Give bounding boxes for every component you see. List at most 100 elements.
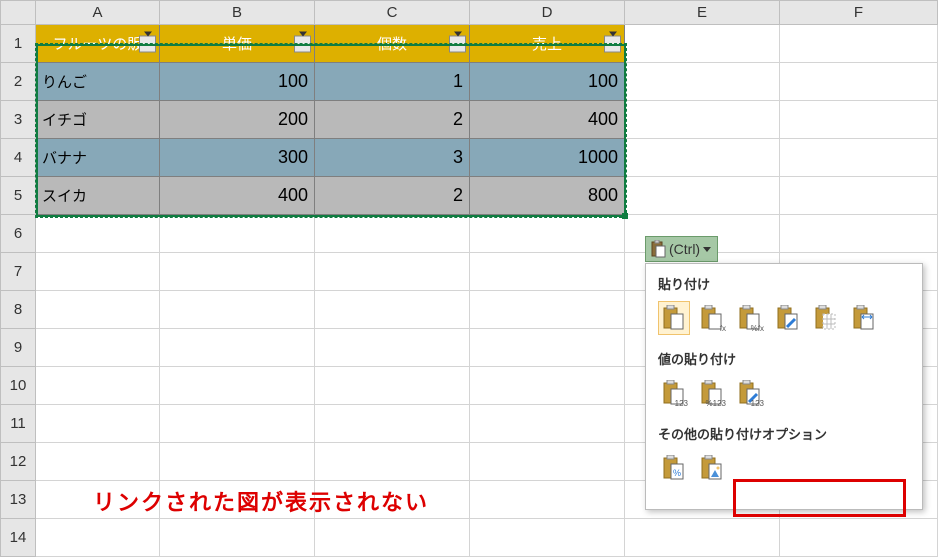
cell[interactable] xyxy=(470,253,625,291)
row-header-1[interactable]: 1 xyxy=(1,25,36,63)
cell-a2[interactable]: りんご xyxy=(36,63,160,101)
paste-all-icon[interactable] xyxy=(658,301,690,335)
row-header-7[interactable]: 7 xyxy=(1,253,36,291)
cell[interactable] xyxy=(470,519,625,557)
cell[interactable] xyxy=(470,367,625,405)
cell[interactable] xyxy=(625,519,780,557)
col-header-d[interactable]: D xyxy=(470,1,625,25)
paste-values-sourcefmt-icon[interactable]: 123 xyxy=(734,376,766,410)
cell[interactable] xyxy=(36,291,160,329)
cell-a4[interactable]: バナナ xyxy=(36,139,160,177)
cell[interactable] xyxy=(315,405,470,443)
cell[interactable] xyxy=(780,519,938,557)
filter-icon[interactable] xyxy=(139,35,156,52)
cell-b4[interactable]: 300 xyxy=(160,139,315,177)
row-header-2[interactable]: 2 xyxy=(1,63,36,101)
cell-b2[interactable]: 100 xyxy=(160,63,315,101)
paste-picture-icon[interactable] xyxy=(696,451,728,485)
paste-formulas-numfmt-icon[interactable]: %fx xyxy=(734,301,766,335)
col-header-b[interactable]: B xyxy=(160,1,315,25)
cell-f5[interactable] xyxy=(780,177,938,215)
cell[interactable] xyxy=(315,519,470,557)
filter-icon[interactable] xyxy=(449,35,466,52)
paste-keep-colwidth-icon[interactable] xyxy=(848,301,880,335)
cell-f4[interactable] xyxy=(780,139,938,177)
row-header-8[interactable]: 8 xyxy=(1,291,36,329)
row-header-5[interactable]: 5 xyxy=(1,177,36,215)
cell[interactable] xyxy=(160,291,315,329)
cell-c4[interactable]: 3 xyxy=(315,139,470,177)
row-header-11[interactable]: 11 xyxy=(1,405,36,443)
row-header-13[interactable]: 13 xyxy=(1,481,36,519)
cell-c2[interactable]: 1 xyxy=(315,63,470,101)
row-header-12[interactable]: 12 xyxy=(1,443,36,481)
col-header-c[interactable]: C xyxy=(315,1,470,25)
cell-c1[interactable]: 個数 xyxy=(315,25,470,63)
cell[interactable] xyxy=(160,215,315,253)
cell[interactable] xyxy=(315,253,470,291)
cell[interactable] xyxy=(36,519,160,557)
cell-b1[interactable]: 単価 xyxy=(160,25,315,63)
cell[interactable] xyxy=(470,329,625,367)
cell-e5[interactable] xyxy=(625,177,780,215)
cell-c3[interactable]: 2 xyxy=(315,101,470,139)
cell-a5[interactable]: スイカ xyxy=(36,177,160,215)
cell[interactable] xyxy=(160,443,315,481)
cell-d2[interactable]: 100 xyxy=(470,63,625,101)
cell[interactable] xyxy=(160,329,315,367)
cell-e4[interactable] xyxy=(625,139,780,177)
row-header-10[interactable]: 10 xyxy=(1,367,36,405)
cell[interactable] xyxy=(470,443,625,481)
cell-e1[interactable] xyxy=(625,25,780,63)
cell[interactable] xyxy=(36,215,160,253)
cell[interactable] xyxy=(470,215,625,253)
cell-f3[interactable] xyxy=(780,101,938,139)
cell-d5[interactable]: 800 xyxy=(470,177,625,215)
cell[interactable] xyxy=(36,405,160,443)
col-header-f[interactable]: F xyxy=(780,1,938,25)
cell[interactable] xyxy=(160,519,315,557)
cell-b3[interactable]: 200 xyxy=(160,101,315,139)
cell-d3[interactable]: 400 xyxy=(470,101,625,139)
paste-keep-source-fmt-icon[interactable] xyxy=(772,301,804,335)
cell[interactable] xyxy=(315,291,470,329)
cell-a3[interactable]: イチゴ xyxy=(36,101,160,139)
col-header-a[interactable]: A xyxy=(36,1,160,25)
row-header-14[interactable]: 14 xyxy=(1,519,36,557)
cell[interactable] xyxy=(470,405,625,443)
paste-values-icon[interactable]: 123 xyxy=(658,376,690,410)
filter-icon[interactable] xyxy=(604,35,621,52)
cell[interactable] xyxy=(315,367,470,405)
cell[interactable] xyxy=(470,291,625,329)
cell-f1[interactable] xyxy=(780,25,938,63)
paste-formulas-icon[interactable]: fx xyxy=(696,301,728,335)
cell[interactable] xyxy=(36,253,160,291)
cell-c5[interactable]: 2 xyxy=(315,177,470,215)
cell[interactable] xyxy=(160,253,315,291)
cell[interactable] xyxy=(160,367,315,405)
filter-icon[interactable] xyxy=(294,35,311,52)
cell[interactable] xyxy=(315,329,470,367)
row-header-3[interactable]: 3 xyxy=(1,101,36,139)
cell-e2[interactable] xyxy=(625,63,780,101)
cell[interactable] xyxy=(160,405,315,443)
paste-formatting-icon[interactable]: % xyxy=(658,451,690,485)
cell-b5[interactable]: 400 xyxy=(160,177,315,215)
cell[interactable] xyxy=(36,443,160,481)
cell[interactable] xyxy=(36,329,160,367)
cell-e3[interactable] xyxy=(625,101,780,139)
row-header-4[interactable]: 4 xyxy=(1,139,36,177)
row-header-9[interactable]: 9 xyxy=(1,329,36,367)
cell[interactable] xyxy=(315,215,470,253)
cell-a1[interactable]: フルーツの販 xyxy=(36,25,160,63)
cell[interactable] xyxy=(315,443,470,481)
paste-options-button[interactable]: (Ctrl) xyxy=(645,236,718,262)
col-header-e[interactable]: E xyxy=(625,1,780,25)
cell[interactable] xyxy=(780,215,938,253)
cell-f2[interactable] xyxy=(780,63,938,101)
cell-d1[interactable]: 売上 xyxy=(470,25,625,63)
cell[interactable] xyxy=(470,481,625,519)
cell-d4[interactable]: 1000 xyxy=(470,139,625,177)
select-all-corner[interactable] xyxy=(1,1,36,25)
paste-values-numfmt-icon[interactable]: %123 xyxy=(696,376,728,410)
